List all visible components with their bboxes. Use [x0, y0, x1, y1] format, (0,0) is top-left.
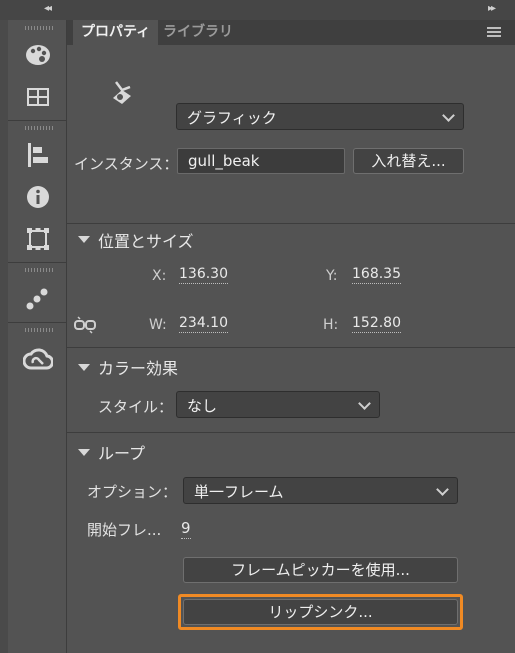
chevron-down-icon	[436, 483, 449, 496]
x-label: X:	[152, 268, 167, 284]
instance-label: インスタンス：	[74, 155, 179, 173]
h-value[interactable]: 152.80	[352, 315, 401, 333]
section-divider	[67, 432, 515, 433]
frame-picker-button[interactable]: フレームピッカーを使用...	[183, 557, 458, 583]
panel-tab-bar: プロパティ ライブラリ	[67, 20, 515, 45]
first-frame-value[interactable]: 9	[181, 519, 191, 539]
swap-button[interactable]: 入れ替え...	[353, 148, 464, 174]
section-divider	[67, 347, 515, 348]
toolbar-separator	[8, 322, 66, 323]
loop-title[interactable]: ループ	[98, 440, 145, 464]
position-size-title[interactable]: 位置とサイズ	[98, 228, 194, 252]
swatches-icon[interactable]	[17, 80, 59, 114]
color-style-value: なし	[187, 397, 218, 415]
tab-properties[interactable]: プロパティ	[73, 20, 159, 45]
w-value[interactable]: 234.10	[179, 315, 228, 333]
lip-sync-button[interactable]: リップシンク...	[183, 599, 458, 625]
creative-cloud-icon[interactable]	[17, 342, 59, 376]
style-label: スタイル：	[98, 398, 174, 416]
align-icon[interactable]	[17, 138, 59, 172]
components-icon[interactable]	[17, 282, 59, 316]
dock-edge	[0, 20, 8, 653]
y-value[interactable]: 168.35	[352, 266, 401, 284]
section-divider	[67, 223, 515, 224]
chevron-down-icon	[442, 109, 455, 122]
panel-collapse-strip	[0, 0, 515, 21]
link-proportions-icon[interactable]	[74, 316, 96, 338]
symbol-behavior-value: グラフィック	[187, 109, 277, 127]
h-label: H:	[323, 317, 339, 333]
graphic-symbol-icon	[110, 78, 136, 110]
first-frame-label: 開始フレ...	[87, 521, 162, 539]
loop-option-dropdown[interactable]: 単一フレーム	[183, 477, 458, 504]
x-value[interactable]: 136.30	[179, 266, 228, 284]
collapse-triangle-icon[interactable]	[78, 236, 90, 243]
collapse-triangle-icon[interactable]	[78, 364, 90, 371]
toolbar-grip[interactable]	[25, 26, 53, 30]
palette-icon[interactable]	[17, 38, 59, 72]
toolbar-grip[interactable]	[25, 268, 53, 272]
w-label: W:	[149, 317, 167, 333]
y-label: Y:	[326, 268, 338, 284]
chevron-down-icon	[358, 397, 371, 410]
color-effect-title[interactable]: カラー効果	[98, 355, 178, 379]
instance-name-field[interactable]: gull_beak	[177, 148, 345, 174]
option-label: オプション：	[87, 483, 178, 501]
symbol-behavior-dropdown[interactable]: グラフィック	[176, 103, 464, 130]
panel-menu-icon[interactable]	[487, 27, 501, 39]
collapse-right-icon[interactable]: ▸▸	[488, 3, 496, 14]
collapse-triangle-icon[interactable]	[78, 449, 90, 456]
tab-library[interactable]: ライブラリ	[155, 20, 241, 45]
info-icon[interactable]	[17, 180, 59, 214]
loop-option-value: 単一フレーム	[194, 483, 284, 501]
side-toolbar	[0, 20, 67, 653]
toolbar-grip[interactable]	[25, 328, 53, 332]
toolbar-grip[interactable]	[25, 126, 53, 130]
toolbar-separator	[8, 262, 66, 263]
color-style-dropdown[interactable]: なし	[176, 391, 380, 418]
collapse-left-icon[interactable]: ◂◂	[44, 3, 52, 14]
transform-icon[interactable]	[17, 222, 59, 256]
toolbar-separator	[8, 120, 66, 121]
